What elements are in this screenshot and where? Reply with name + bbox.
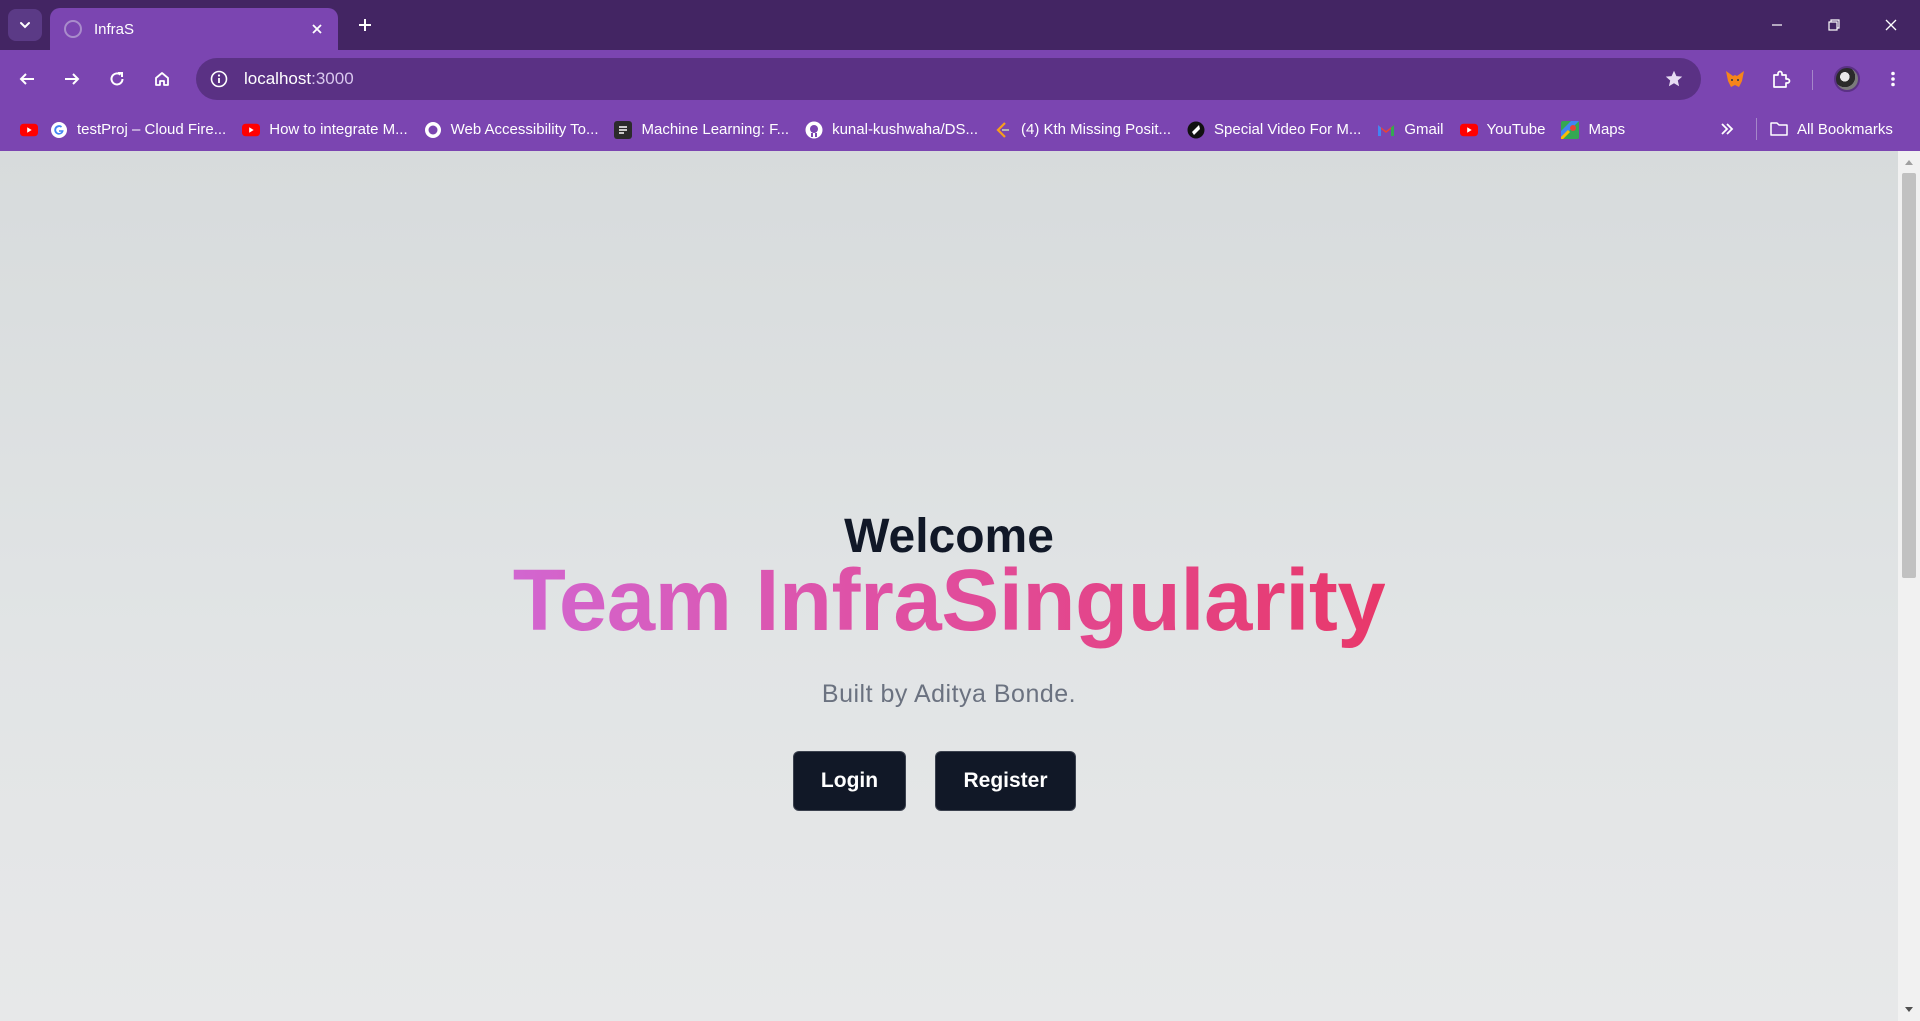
bookmark-star-button[interactable] xyxy=(1657,62,1691,96)
leetcode-icon xyxy=(994,121,1012,139)
bookmarks-bar: testProj – Cloud Fire... How to integrat… xyxy=(0,108,1920,151)
extension-metamask-button[interactable] xyxy=(1718,62,1752,96)
puzzle-icon xyxy=(1773,70,1791,88)
home-icon xyxy=(155,72,169,86)
bookmarks-separator xyxy=(1756,118,1757,140)
bookmark-web-accessibility[interactable]: Web Accessibility To... xyxy=(416,115,607,145)
browser-toolbar: localhost:3000 xyxy=(0,50,1920,108)
byline-text: Built by Aditya Bonde. xyxy=(821,680,1077,708)
reload-icon xyxy=(110,72,124,86)
page-viewport: Welcome Team InfraSingularity Built by A… xyxy=(0,151,1898,1021)
minimize-button[interactable] xyxy=(1757,10,1797,40)
bookmark-special-video[interactable]: Special Video For M... xyxy=(1179,115,1369,145)
bookmark-github-dsa[interactable]: kunal-kushwaha/DS... xyxy=(797,115,986,145)
forward-button[interactable] xyxy=(55,62,89,96)
extensions-button[interactable] xyxy=(1764,62,1798,96)
profile-button[interactable] xyxy=(1830,62,1864,96)
toolbar-separator xyxy=(1812,70,1813,90)
more-vertical-icon xyxy=(1891,71,1895,87)
youtube-icon xyxy=(1459,121,1478,139)
tab-search-button[interactable] xyxy=(8,9,42,41)
scroll-down-button[interactable] xyxy=(1898,1001,1920,1019)
restore-button[interactable] xyxy=(1814,10,1854,40)
github-icon xyxy=(805,121,823,139)
youtube-icon xyxy=(20,121,38,139)
close-icon xyxy=(312,24,322,34)
minimize-icon xyxy=(1772,24,1782,26)
globe-icon xyxy=(64,20,82,38)
video-icon xyxy=(1187,121,1205,139)
reload-button[interactable] xyxy=(100,62,134,96)
bookmark-testproj[interactable]: testProj – Cloud Fire... xyxy=(42,115,234,145)
scroll-up-button[interactable] xyxy=(1898,153,1920,171)
info-icon xyxy=(210,70,228,88)
arrow-right-icon xyxy=(65,73,80,85)
url-host: localhost xyxy=(244,69,312,88)
vertical-scrollbar[interactable] xyxy=(1898,151,1920,1021)
bookmark-kth-missing[interactable]: (4) Kth Missing Posit... xyxy=(986,115,1179,145)
maps-icon xyxy=(1561,120,1580,139)
scrollbar-thumb[interactable] xyxy=(1902,173,1916,578)
bookmark-youtube-1[interactable] xyxy=(12,115,42,145)
back-button[interactable] xyxy=(10,62,44,96)
bookmark-youtube[interactable]: YouTube xyxy=(1452,115,1554,145)
tab-active[interactable]: InfraS xyxy=(50,8,338,50)
register-button[interactable]: Register xyxy=(935,751,1076,811)
avatar xyxy=(1834,66,1860,92)
triangle-down-icon xyxy=(1905,1007,1913,1012)
folder-icon xyxy=(1770,120,1788,138)
new-tab-button[interactable] xyxy=(352,12,378,38)
gmail-icon xyxy=(1377,121,1395,139)
google-icon xyxy=(50,121,68,139)
star-icon xyxy=(1665,70,1683,87)
chevron-down-icon xyxy=(20,22,30,29)
tab-strip: InfraS xyxy=(0,0,1920,50)
site-info-button[interactable] xyxy=(202,62,236,96)
globe-icon xyxy=(424,121,442,139)
bookmark-gmail[interactable]: Gmail xyxy=(1369,115,1451,145)
notes-icon xyxy=(614,120,633,139)
hero-section: Welcome Team InfraSingularity Built by A… xyxy=(0,151,1898,1021)
triangle-up-icon xyxy=(1905,160,1913,165)
restore-icon xyxy=(1828,19,1840,31)
browser-menu-button[interactable] xyxy=(1876,62,1910,96)
url-text[interactable]: localhost:3000 xyxy=(244,69,1657,89)
address-bar[interactable]: localhost:3000 xyxy=(196,58,1701,100)
youtube-icon xyxy=(242,121,261,139)
bookmarks-overflow-button[interactable] xyxy=(1712,114,1742,144)
all-bookmarks-button[interactable]: All Bookmarks xyxy=(1770,114,1893,144)
chevron-double-right-icon xyxy=(1721,123,1734,135)
close-icon xyxy=(1885,19,1897,31)
login-button[interactable]: Login xyxy=(793,751,906,811)
close-window-button[interactable] xyxy=(1871,10,1911,40)
fox-icon xyxy=(1726,71,1744,87)
bookmark-how-to-integrate[interactable]: How to integrate M... xyxy=(234,115,415,145)
tab-title: InfraS xyxy=(94,20,135,38)
tab-close-button[interactable] xyxy=(306,18,328,40)
bookmark-maps[interactable]: Maps xyxy=(1553,115,1633,145)
bookmark-machine-learning[interactable]: Machine Learning: F... xyxy=(606,115,797,145)
arrow-left-icon xyxy=(19,73,34,85)
brand-title: Team InfraSingularity xyxy=(0,551,1898,651)
brand-title-text: Team InfraSingularity xyxy=(512,552,1386,649)
plus-icon xyxy=(359,19,371,31)
url-port: :3000 xyxy=(311,69,354,88)
home-button[interactable] xyxy=(145,62,179,96)
